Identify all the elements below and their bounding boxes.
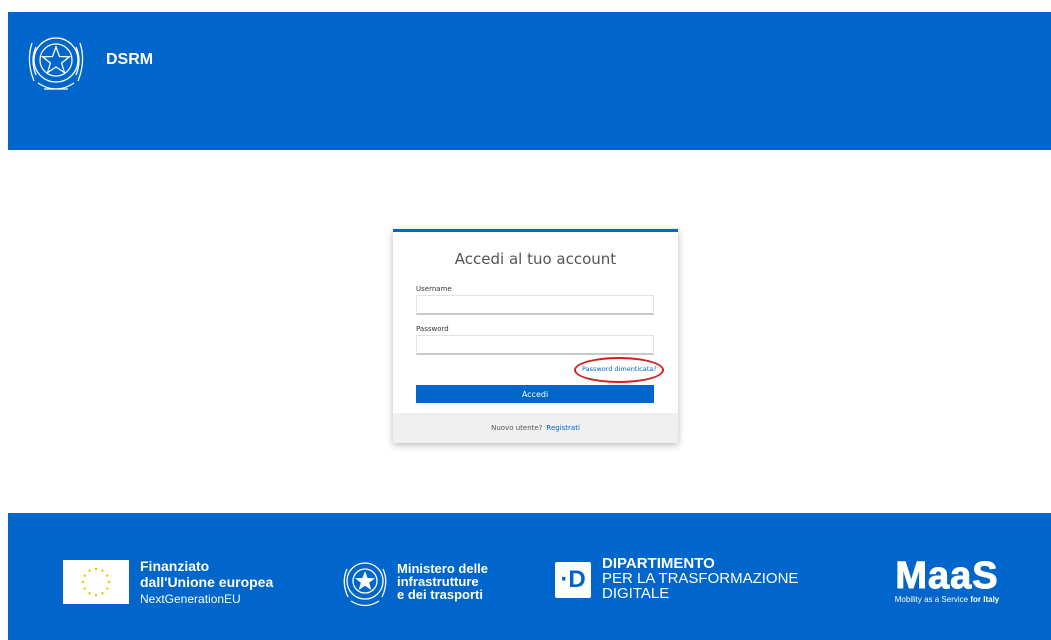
eu-funding-text: Finanziato dall'Unione europea NextGener… bbox=[140, 558, 273, 607]
login-card: Accedi al tuo account Username Password … bbox=[393, 229, 678, 443]
italian-republic-emblem-icon bbox=[28, 37, 84, 90]
footer-bar: Finanziato dall'Unione europea NextGener… bbox=[8, 513, 1051, 640]
dtd-line-2: PER LA TRASFORMAZIONE bbox=[602, 570, 799, 587]
dtd-line-1: DIPARTIMENTO bbox=[602, 555, 715, 572]
username-input[interactable] bbox=[416, 295, 654, 315]
dtd-badge: ·D bbox=[560, 566, 586, 593]
maas-tagline-bold: for Italy bbox=[970, 595, 1000, 604]
maas-tagline-prefix: Mobility as a Service bbox=[894, 595, 969, 604]
maas-wordmark: MaaS bbox=[895, 555, 998, 593]
password-label: Password bbox=[416, 325, 449, 333]
eu-flag-icon bbox=[63, 560, 129, 604]
app-title: DSRM bbox=[106, 51, 154, 68]
mit-emblem-icon bbox=[343, 562, 387, 607]
username-label: Username bbox=[416, 285, 452, 293]
header-bar: DSRM bbox=[8, 12, 1051, 150]
new-user-prompt: Nuovo utente? bbox=[491, 424, 543, 432]
maas-logo-icon: MaaS Mobility as a Service for Italy bbox=[874, 555, 1020, 611]
register-link[interactable]: Registrati bbox=[546, 424, 580, 432]
dtd-text: DIPARTIMENTO PER LA TRASFORMAZIONE DIGIT… bbox=[602, 556, 798, 601]
eu-line-1: Finanziato bbox=[140, 558, 210, 574]
eu-line-2: dall'Unione europea bbox=[140, 574, 274, 590]
maas-tagline: Mobility as a Service for Italy bbox=[874, 595, 1020, 604]
mit-text: Ministero delle infrastrutture e dei tra… bbox=[397, 562, 488, 601]
eu-line-3: NextGenerationEU bbox=[140, 592, 241, 606]
dtd-logo-icon: ·D bbox=[555, 562, 591, 598]
dtd-line-3: DIGITALE bbox=[602, 585, 670, 602]
svg-text:MaaS: MaaS bbox=[895, 555, 998, 593]
login-button[interactable]: Accedi bbox=[416, 385, 654, 403]
password-input[interactable] bbox=[416, 335, 654, 355]
register-bar: Nuovo utente? Registrati bbox=[393, 413, 678, 443]
login-title: Accedi al tuo account bbox=[454, 250, 617, 268]
mit-line-3: e dei trasporti bbox=[397, 587, 483, 602]
login-page: DSRM Accedi al tuo account Username Pass… bbox=[0, 0, 1051, 640]
forgot-password-highlight: Password dimenticata? bbox=[574, 357, 664, 383]
forgot-password-link[interactable]: Password dimenticata? bbox=[582, 365, 657, 373]
